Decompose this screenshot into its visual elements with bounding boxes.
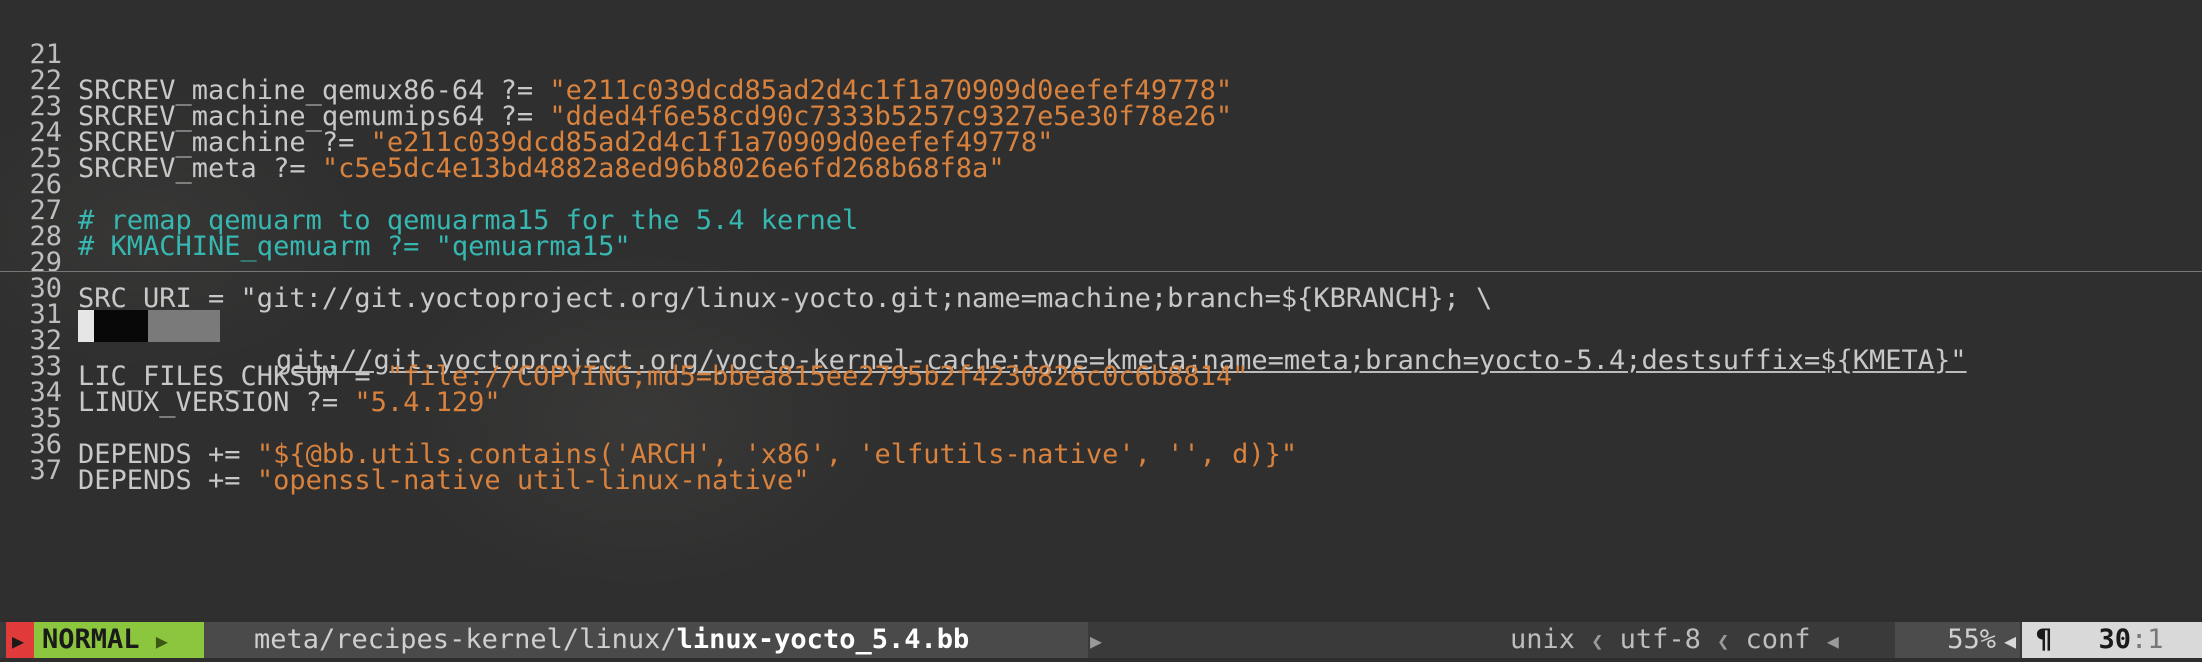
string-literal: "openssl-native util-linux-native": [256, 465, 810, 496]
cursor-column: :1: [2131, 624, 2164, 655]
file-format: unix: [1510, 624, 1576, 655]
mode-label: NORMAL: [42, 624, 140, 655]
file-type: conf: [1745, 624, 1811, 655]
chevron-left-icon: ❮: [1591, 629, 1604, 653]
file-info: unix ❮ utf-8 ❮ conf ◀: [1510, 622, 1839, 658]
status-line: ▶ NORMAL ▶ meta/recipes-kernel/linux/lin…: [0, 622, 2202, 658]
arrow-right-icon: ▶: [155, 629, 168, 653]
file-directory: meta/recipes-kernel/linux/: [254, 624, 677, 655]
chevron-left-icon: ❮: [1717, 629, 1730, 653]
arrow-right-icon: ▶: [12, 629, 25, 653]
file-path: meta/recipes-kernel/linux/linux-yocto_5.…: [204, 622, 1088, 658]
file-name: linux-yocto_5.4.bb: [676, 624, 970, 655]
scroll-percent: 55%: [1895, 622, 2020, 658]
code-text: DEPENDS +=: [78, 465, 257, 496]
file-encoding: utf-8: [1619, 624, 1701, 655]
cursor-position: ¶ 30:1: [2022, 622, 2202, 658]
code-line[interactable]: 37: [0, 417, 2202, 486]
mode-indicator: NORMAL ▶: [34, 622, 204, 658]
editor-buffer[interactable]: 21 SRCREV_machine_qemux86-64 ?= "e211c03…: [0, 0, 2202, 618]
arrow-right-icon: ▶: [1090, 629, 1103, 653]
arrow-left-icon: ◀: [2004, 629, 2017, 653]
line-number: 37: [29, 455, 62, 486]
line-icon: ¶: [2036, 624, 2053, 655]
status-indicator: ▶: [6, 622, 34, 658]
arrow-left-icon: ◀: [1826, 629, 1839, 653]
cursor-line-number: 30: [2098, 624, 2132, 655]
